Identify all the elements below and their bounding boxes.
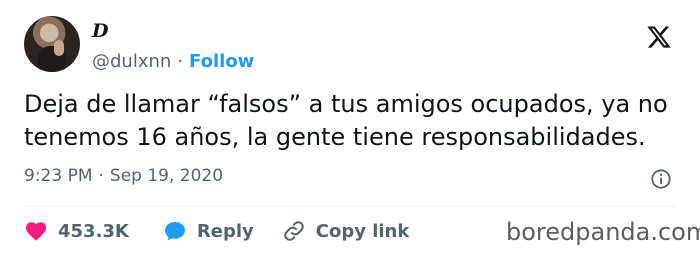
reply-button[interactable]: Reply [163,219,254,243]
timestamp-separator: · [98,166,104,186]
copy-link-button[interactable]: Copy link [282,219,410,243]
link-icon [284,221,304,241]
tweet-time[interactable]: 9:23 PM [24,166,93,186]
tweet-date[interactable]: Sep 19, 2020 [110,166,223,186]
info-icon[interactable] [650,168,672,190]
reply-label: Reply [196,220,254,242]
heart-icon [26,222,46,241]
like-count: 453.3K [58,220,129,242]
like-button[interactable]: 453.3K [24,219,129,243]
divider [24,206,676,207]
watermark: boredpanda.com [506,218,700,246]
tweet-text: Deja de llamar “falsos” a tus amigos ocu… [24,90,668,151]
follow-button[interactable]: Follow [189,51,254,72]
avatar[interactable] [24,16,80,72]
action-bar: 453.3K Reply Copy link [24,216,409,246]
reply-bubble-icon [164,222,185,241]
x-logo-icon[interactable] [646,24,672,50]
copy-link-label: Copy link [315,220,410,242]
timestamp-row: 9:23 PM · Sep 19, 2020 [24,166,223,186]
user-handle[interactable]: @dulxnn [92,51,171,72]
handle-separator: · [177,51,184,72]
display-name[interactable]: D [92,20,108,42]
avatar-arm [54,40,64,56]
handle-row: @dulxnn · Follow [92,51,254,72]
